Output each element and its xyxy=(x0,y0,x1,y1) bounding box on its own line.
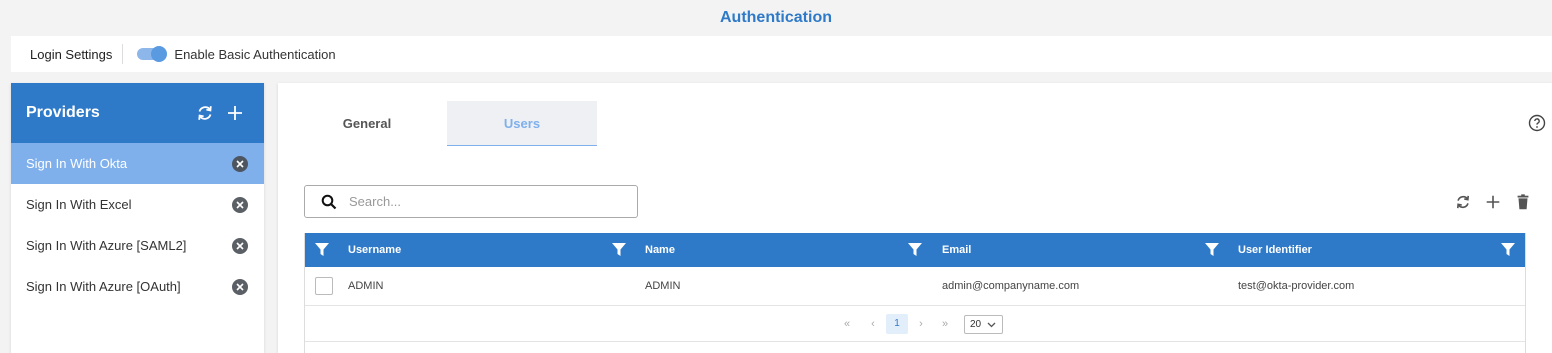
tab-general[interactable]: General xyxy=(292,101,442,146)
cell-name: ADMIN xyxy=(645,280,681,292)
chevron-down-icon xyxy=(987,322,996,328)
plus-icon[interactable] xyxy=(225,103,245,123)
provider-item-azure-saml2[interactable]: Sign In With Azure [SAML2] xyxy=(11,225,264,266)
pagination: « ‹ 1 › » 20 xyxy=(305,307,1525,342)
provider-item-excel[interactable]: Sign In With Excel xyxy=(11,184,264,225)
divider xyxy=(122,44,124,64)
login-settings-label: Login Settings xyxy=(30,46,113,62)
cell-email: admin@companyname.com xyxy=(942,280,1080,292)
remove-icon[interactable] xyxy=(232,238,248,254)
first-page-button[interactable]: « xyxy=(840,314,854,334)
page-size-value: 20 xyxy=(970,319,982,330)
provider-label: Sign In With Okta xyxy=(26,156,128,171)
grid-header: Username Name Email User Identifier xyxy=(305,233,1525,267)
filter-icon[interactable] xyxy=(315,243,329,257)
search-input[interactable] xyxy=(349,194,619,209)
row-checkbox[interactable] xyxy=(315,277,333,295)
cell-username: ADMIN xyxy=(348,280,384,292)
filter-icon[interactable] xyxy=(1501,243,1515,257)
help-icon[interactable] xyxy=(1528,114,1546,132)
tab-users[interactable]: Users xyxy=(447,101,597,146)
search-icon xyxy=(321,194,337,209)
providers-panel: Providers Sign In With Okta Sign In With… xyxy=(11,83,264,353)
provider-item-azure-oauth[interactable]: Sign In With Azure [OAuth] xyxy=(11,266,264,307)
filter-icon[interactable] xyxy=(612,243,626,257)
provider-label: Sign In With Excel xyxy=(26,197,132,212)
filter-icon[interactable] xyxy=(1205,243,1219,257)
search-box[interactable] xyxy=(304,185,638,218)
provider-item-okta[interactable]: Sign In With Okta xyxy=(11,143,264,184)
basic-auth-label: Enable Basic Authentication xyxy=(174,46,336,62)
refresh-icon[interactable] xyxy=(1454,193,1472,211)
plus-icon[interactable] xyxy=(1484,193,1502,211)
cell-user-identifier: test@okta-provider.com xyxy=(1238,280,1355,292)
provider-label: Sign In With Azure [SAML2] xyxy=(26,238,187,253)
page-title: Authentication xyxy=(720,9,832,26)
provider-label: Sign In With Azure [OAuth] xyxy=(26,279,181,294)
providers-header: Providers xyxy=(11,83,264,143)
last-page-button[interactable]: » xyxy=(938,314,952,334)
next-page-button[interactable]: › xyxy=(914,314,928,334)
filter-icon[interactable] xyxy=(908,243,922,257)
settings-bar: Login Settings Enable Basic Authenticati… xyxy=(11,36,1552,72)
prev-page-button[interactable]: ‹ xyxy=(866,314,880,334)
column-header-name[interactable]: Name xyxy=(645,233,675,267)
table-row[interactable]: ADMIN ADMIN admin@companyname.com test@o… xyxy=(305,267,1525,306)
column-header-username[interactable]: Username xyxy=(348,233,401,267)
main-panel: General Users Username Name Em xyxy=(278,83,1552,353)
remove-icon[interactable] xyxy=(232,197,248,213)
providers-title: Providers xyxy=(26,104,100,121)
page-number[interactable]: 1 xyxy=(886,314,908,334)
column-header-email[interactable]: Email xyxy=(942,233,971,267)
basic-auth-toggle[interactable] xyxy=(137,46,168,62)
trash-icon[interactable] xyxy=(1514,193,1532,211)
toggle-knob xyxy=(151,46,168,62)
users-grid: Username Name Email User Identifier ADMI… xyxy=(304,233,1526,353)
refresh-icon[interactable] xyxy=(195,103,215,123)
remove-icon[interactable] xyxy=(232,156,248,172)
column-header-user-identifier[interactable]: User Identifier xyxy=(1238,233,1312,267)
remove-icon[interactable] xyxy=(232,279,248,295)
page-size-select[interactable]: 20 xyxy=(964,315,1003,334)
